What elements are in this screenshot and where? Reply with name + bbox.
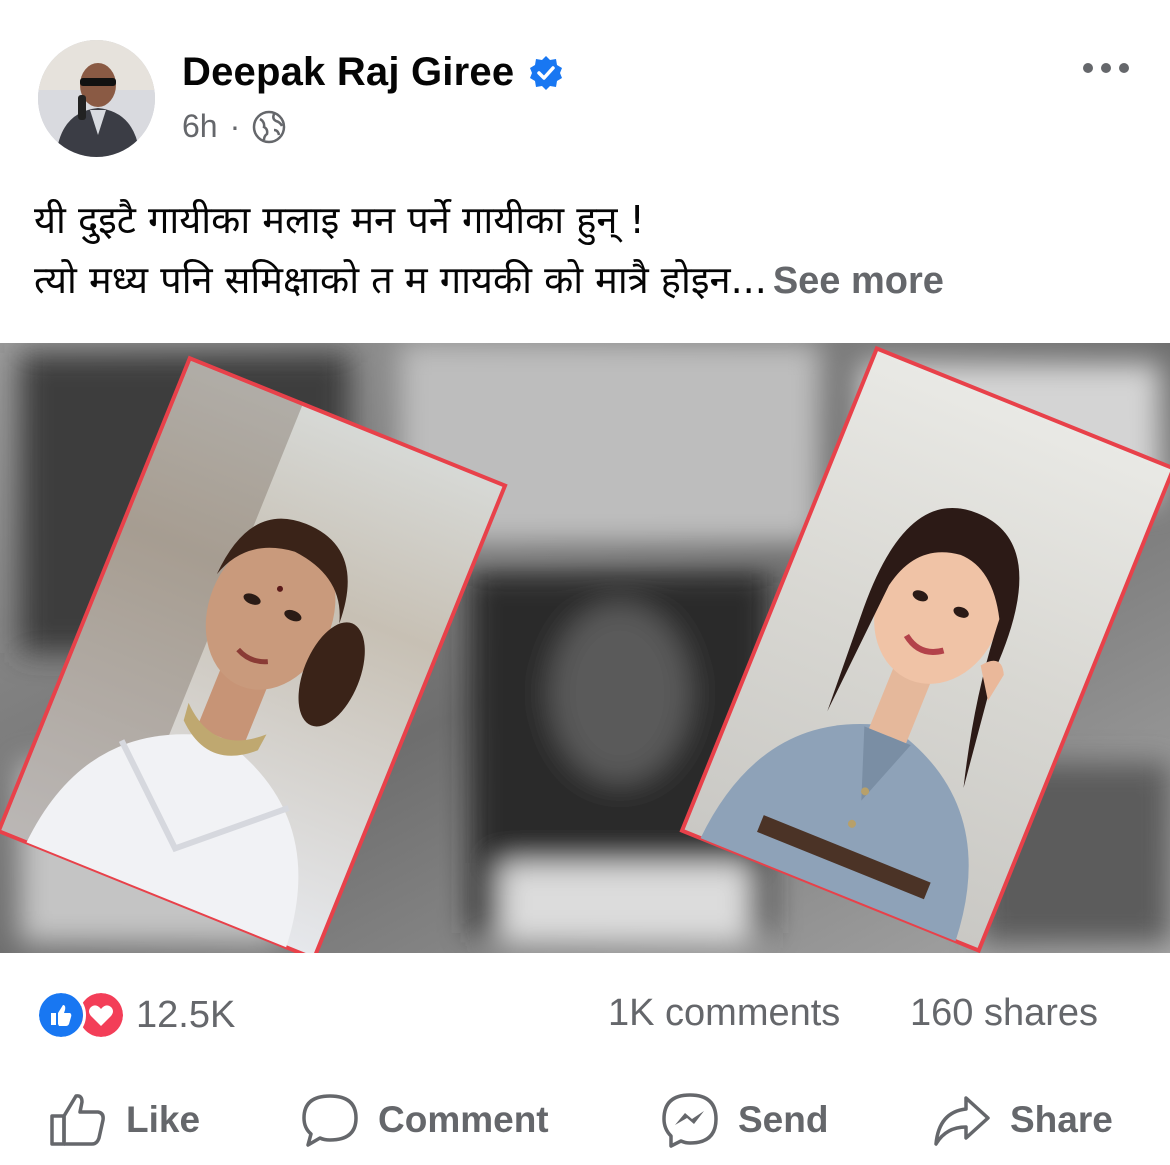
comment-label: Comment	[378, 1099, 549, 1140]
meta-separator: ·	[229, 108, 241, 144]
see-more-link[interactable]: See more	[773, 260, 944, 302]
shares-count[interactable]: 160 shares	[910, 992, 1098, 1035]
messenger-icon	[662, 1093, 718, 1148]
author-avatar[interactable]	[38, 40, 155, 157]
caption-line-2: त्यो मध्य पनि समिक्षाको त म गायकी को मात…	[34, 258, 767, 302]
post-header: Deepak Raj Giree 6h ·	[0, 0, 1170, 170]
share-arrow-icon	[934, 1096, 990, 1146]
post-photo[interactable]	[0, 343, 1170, 953]
share-label: Share	[1010, 1099, 1113, 1140]
like-button[interactable]: Like	[48, 1090, 200, 1150]
thumbs-up-icon	[50, 1094, 105, 1146]
comments-count[interactable]: 1K comments	[608, 992, 840, 1035]
send-label: Send	[738, 1099, 829, 1140]
more-options-icon[interactable]	[1080, 58, 1132, 78]
verified-badge-icon	[530, 55, 563, 90]
share-button[interactable]: Share	[932, 1090, 1113, 1150]
like-reaction-icon	[36, 990, 86, 1040]
reactions-summary[interactable]: 12.5K	[36, 990, 235, 1040]
post-stats: 12.5K 1K comments 160 shares	[0, 980, 1170, 1050]
reaction-count: 12.5K	[136, 993, 236, 1036]
comment-bubble-icon	[302, 1094, 358, 1147]
post-time[interactable]: 6h	[182, 108, 218, 145]
author-name[interactable]: Deepak Raj Giree	[182, 50, 514, 95]
post-caption: यी दुइटै गायीका मलाइ मन पर्ने गायीका हुन…	[34, 190, 1144, 311]
post-actions: Like Comment Send Share	[0, 1080, 1170, 1160]
globe-icon	[253, 110, 286, 143]
caption-line-1: यी दुइटै गायीका मलाइ मन पर्ने गायीका हुन…	[34, 198, 645, 242]
caption-line-2-wrapper: त्यो मध्य पनि समिक्षाको त म गायकी को मात…	[34, 250, 1144, 311]
like-label: Like	[126, 1099, 201, 1140]
send-button[interactable]: Send	[660, 1090, 828, 1150]
comment-button[interactable]: Comment	[300, 1090, 549, 1150]
